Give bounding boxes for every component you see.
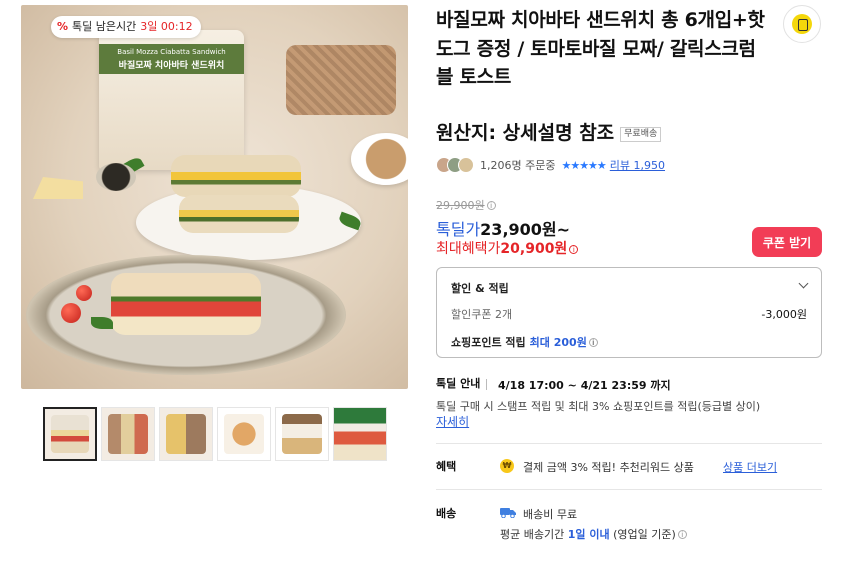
package-korean-text: 바질모짜 치아바타 샌드위치 [118, 61, 225, 71]
cheese-photo [33, 177, 83, 199]
origin-text: 원산지: 상세설명 참조 [436, 122, 615, 144]
shipping-period-strong: 1일 이내 [567, 528, 610, 541]
olive-bowl-photo [96, 163, 136, 191]
truck-icon [500, 508, 516, 518]
deal-description: 톡딜 구매 시 스탬프 적립 및 최대 3% 쇼핑포인트를 적립(등급별 상이) [436, 400, 761, 413]
product-title: 바질모짜 치아바타 샌드위치 총 6개입+핫도그 증정 / 토마토바질 모짜/ … [436, 9, 765, 88]
thumbnail-6[interactable] [333, 407, 387, 461]
info-icon[interactable]: i [569, 245, 579, 254]
info-icon[interactable]: i [486, 201, 496, 210]
max-benefit-value: 20,900원 [500, 241, 568, 257]
thumbnail-3[interactable] [159, 407, 213, 461]
package-english-text: Basil Mozza Ciabatta Sandwich [117, 48, 226, 56]
thumbnail-1[interactable] [43, 407, 97, 461]
chevron-down-icon[interactable] [798, 278, 809, 289]
social-proof-row: 1,206명 주문중 ★★★★★ 리뷰 1,950 [436, 157, 665, 175]
timer-label: 톡딜 남은시간 [72, 20, 137, 33]
deal-timer-badge: % 톡딜 남은시간 3일 00:12 [51, 16, 201, 38]
info-icon[interactable]: i [588, 338, 598, 347]
coupon-download-button[interactable]: 쿠폰 받기 [752, 227, 822, 257]
benefit-label: 혜택 [436, 460, 457, 473]
deal-period: 4/18 17:00 ~ 4/21 23:59 까지 [498, 379, 671, 392]
tomato-photo-2 [76, 285, 92, 301]
max-benefit-label: 최대혜택가 [436, 241, 501, 257]
shipping-period-prefix: 평균 배송기간 [500, 528, 565, 541]
main-product-image[interactable]: Basil Mozza Ciabatta Sandwich 바질모짜 치아바타 … [21, 5, 408, 389]
shipping-period-suffix: (영업일 기준) [613, 528, 676, 541]
shipping-period: 평균 배송기간 1일 이내 (영업일 기준) i [500, 526, 687, 542]
deal-price-value: 23,900원~ [480, 220, 571, 239]
divider [436, 443, 822, 444]
thumbnail-strip [43, 407, 388, 461]
discount-accumulation-box[interactable]: 할인 & 적립 할인쿠폰 2개 -3,000원 쇼핑포인트 적립 최대 200원 i [436, 267, 822, 358]
orders-count: 1,206명 주문중 [480, 159, 556, 172]
origin-row: 원산지: 상세설명 참조 무료배송 [436, 118, 662, 145]
divider [486, 379, 487, 390]
deal-guide-label: 톡딜 안내 [436, 377, 481, 390]
deal-price-label: 톡딜가 [436, 220, 481, 239]
sandwich-stack-photo-2 [179, 195, 299, 233]
thumbnail-2[interactable] [101, 407, 155, 461]
shipping-label: 배송 [436, 507, 457, 520]
original-price: 29,900원 i [436, 197, 496, 213]
timer-value: 3일 00:12 [140, 20, 193, 33]
won-coin-icon: ₩ [500, 459, 514, 473]
shipping-row: 배송 배송비 무료 평균 배송기간 1일 이내 (영업일 기준) i [436, 505, 822, 545]
shopping-point-value: 최대 200원 [529, 336, 587, 349]
package-bag-photo: Basil Mozza Ciabatta Sandwich 바질모짜 치아바타 … [99, 30, 244, 170]
rating-stars-icon: ★★★★★ [561, 158, 606, 172]
divider [436, 489, 822, 490]
detail-link[interactable]: 자세히 [436, 413, 469, 430]
max-benefit-price: 최대혜택가20,900원 i [436, 238, 579, 258]
shopping-point-label: 쇼핑포인트 적립 [451, 336, 526, 349]
more-products-link[interactable]: 상품 더보기 [723, 459, 777, 475]
benefit-row: 혜택 ₩ 결제 금액 3% 적립! 추천리워드 상품 상품 더보기 [436, 458, 822, 476]
free-shipping-tag: 무료배송 [620, 127, 662, 142]
tomato-sandwich-photo [111, 273, 261, 335]
discount-coupon-label: 할인쿠폰 2개 [451, 308, 513, 321]
review-link[interactable]: 리뷰 1,950 [610, 159, 665, 172]
deal-price: 톡딜가23,900원~ [436, 216, 570, 240]
shipping-fee: 배송비 무료 [523, 508, 578, 521]
thumbnail-5[interactable] [275, 407, 329, 461]
shopping-point-row: 쇼핑포인트 적립 최대 200원 i [451, 334, 598, 350]
basil-leaf-photo [91, 317, 113, 329]
original-price-value: 29,900원 [436, 199, 485, 212]
buyer-avatars [436, 157, 476, 173]
sandwich-stack-photo [171, 155, 301, 197]
info-icon[interactable]: i [677, 530, 687, 539]
thumbnail-4[interactable] [217, 407, 271, 461]
discount-coupon-amount: -3,000원 [761, 308, 807, 321]
tomato-photo [61, 303, 81, 323]
discount-box-title: 할인 & 적립 [451, 282, 509, 295]
benefit-text: 결제 금액 3% 적립! 추천리워드 상품 [523, 461, 694, 474]
store-icon[interactable] [783, 5, 821, 43]
percent-icon: % [57, 20, 69, 33]
basket-photo [286, 45, 396, 115]
coffee-cup-photo [351, 133, 408, 185]
